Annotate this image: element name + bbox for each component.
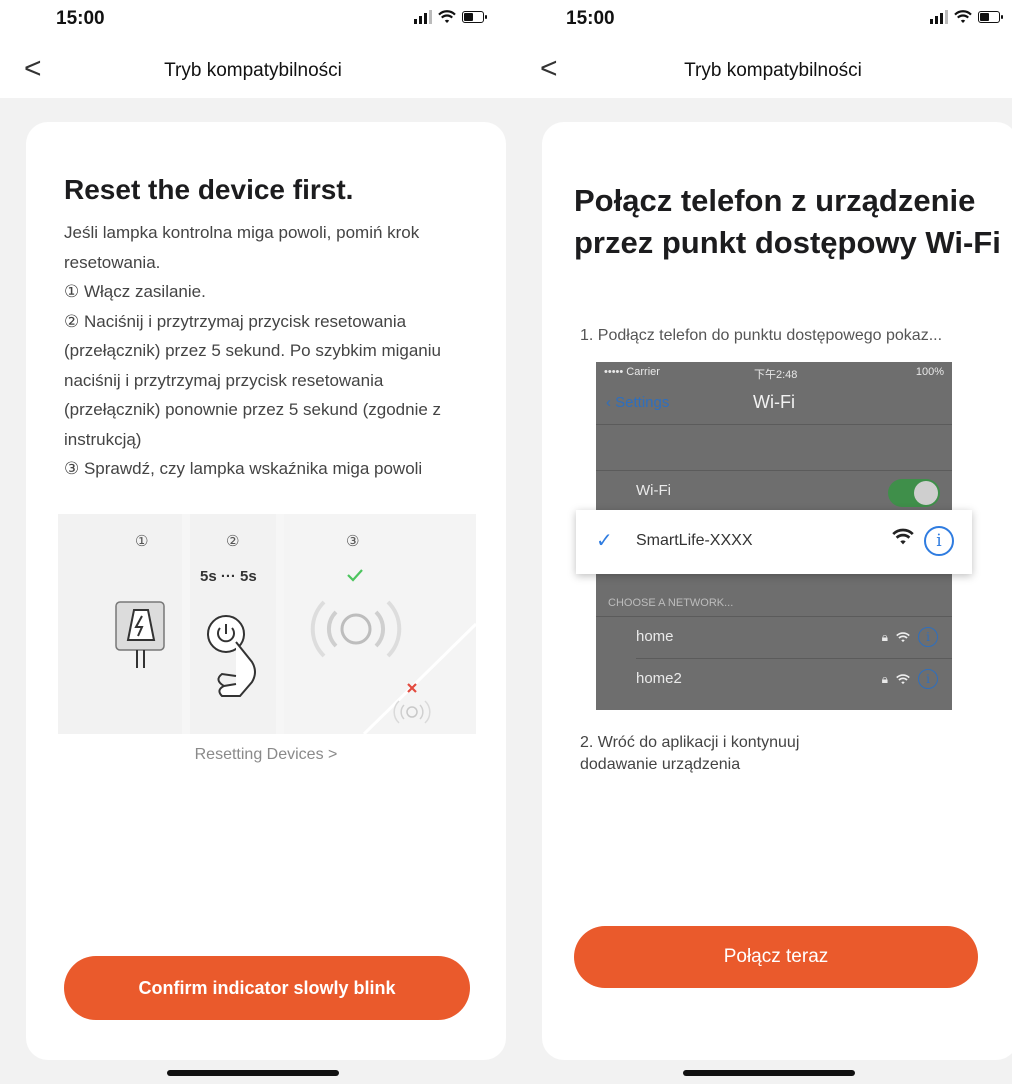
network-row: home 🔒︎ i — [596, 618, 952, 658]
phone-wifi-title: Wi-Fi — [753, 392, 795, 412]
illustration-panel-2: ② 5s ··· 5s — [190, 514, 276, 734]
screen-connect-hotspot: 15:00 < Tryb kompatybilności Połącz tele… — [506, 0, 1012, 1084]
status-bar: 15:00 — [0, 0, 506, 44]
wifi-toggle — [888, 479, 940, 507]
choose-network-label: CHOOSE A NETWORK... — [608, 597, 734, 609]
nav-bar: < Tryb kompatybilności — [506, 44, 1012, 98]
battery-icon — [462, 11, 487, 23]
phone-nav: ‹ Settings Wi-Fi — [596, 384, 952, 424]
lock-icon: 🔒︎ — [881, 671, 888, 686]
fast-blinking-light-icon — [393, 700, 431, 724]
network-name: home — [636, 628, 674, 645]
info-icon: i — [924, 526, 954, 556]
network-name: home2 — [636, 670, 682, 687]
connect-now-button[interactable]: Połącz teraz — [574, 926, 978, 988]
instruction-line: Jeśli lampka kontrolna miga powoli, pomi… — [64, 223, 420, 272]
status-time: 15:00 — [56, 8, 105, 29]
step-number: ① — [135, 533, 149, 550]
status-bar: 15:00 — [506, 0, 1012, 44]
power-plug-icon — [115, 601, 165, 668]
selected-network-row: ✓ SmartLife-XXXX i — [576, 510, 972, 574]
reset-illustration: ① ② 5s ··· 5s ③ — [58, 514, 476, 734]
step-1-text: 1. Podłącz telefon do punktu dostępowego… — [580, 327, 943, 344]
phone-battery: 100% — [915, 366, 944, 378]
phone-clock: 下午2:48 — [754, 369, 798, 381]
signal-icon — [414, 10, 432, 24]
wifi-row-label: Wi-Fi — [636, 482, 671, 499]
home-indicator — [683, 1070, 856, 1076]
selected-network-name: SmartLife-XXXX — [636, 532, 753, 549]
network-icons: 🔒︎ i — [882, 627, 938, 647]
cross-icon — [407, 683, 417, 693]
instruction-card: Połącz telefon z urządzenie przez punkt … — [542, 122, 1012, 1060]
wifi-icon — [892, 528, 914, 545]
diagonal-divider — [362, 622, 476, 734]
resetting-devices-link[interactable]: Resetting Devices > — [26, 746, 506, 764]
carrier-label: ••••• Carrier — [604, 366, 660, 378]
nav-bar: < Tryb kompatybilności — [0, 44, 506, 98]
illustration-panel-3: ③ — [284, 514, 476, 734]
instruction-line: ① Włącz zasilanie. — [64, 282, 206, 301]
info-icon: i — [918, 627, 938, 647]
status-icons — [414, 10, 487, 24]
step-number: ② — [226, 533, 240, 550]
reset-instructions: Jeśli lampka kontrolna miga powoli, pomi… — [64, 218, 484, 484]
nav-title: Tryb kompatybilności — [164, 60, 342, 81]
checkmark-icon: ✓ — [596, 530, 613, 552]
signal-icon — [930, 10, 948, 24]
wifi-toggle-row: Wi-Fi — [596, 472, 952, 512]
wifi-icon — [438, 10, 456, 23]
battery-icon — [978, 11, 1003, 23]
network-row: home2 🔒︎ i — [596, 660, 952, 700]
phone-status-bar: ••••• Carrier 下午2:48 100% — [604, 366, 944, 382]
wifi-icon — [896, 631, 910, 642]
status-icons — [930, 10, 1003, 24]
page-title: Połącz telefon z urządzenie przez punkt … — [574, 183, 1001, 260]
info-icon: i — [918, 669, 938, 689]
wifi-icon — [954, 10, 972, 23]
instruction-card: Reset the device first. Jeśli lampka kon… — [26, 122, 506, 1060]
step-2-text: 2. Wróć do aplikacji i kontynuuj dodawan… — [580, 734, 800, 773]
page-title: Reset the device first. — [64, 174, 354, 205]
nav-title: Tryb kompatybilności — [684, 60, 862, 81]
instruction-line: ② Naciśnij i przytrzymaj przycisk reseto… — [64, 311, 442, 449]
illustration-panel-1: ① — [58, 514, 182, 734]
status-time: 15:00 — [566, 8, 615, 29]
instruction-line: ③ Sprawdź, czy lampka wskaźnika miga pow… — [64, 459, 423, 478]
screen-reset-device: 15:00 < Tryb kompatybilności Reset the d… — [0, 0, 506, 1084]
confirm-blink-button[interactable]: Confirm indicator slowly blink — [64, 956, 470, 1020]
home-indicator — [167, 1070, 339, 1076]
lock-icon: 🔒︎ — [881, 629, 888, 644]
wifi-settings-screenshot: ••••• Carrier 下午2:48 100% ‹ Settings Wi-… — [576, 362, 972, 710]
press-button-icon — [207, 615, 256, 697]
wifi-icon — [896, 673, 910, 684]
timing-label: 5s ··· 5s — [200, 568, 257, 585]
network-icons: 🔒︎ i — [882, 669, 938, 689]
